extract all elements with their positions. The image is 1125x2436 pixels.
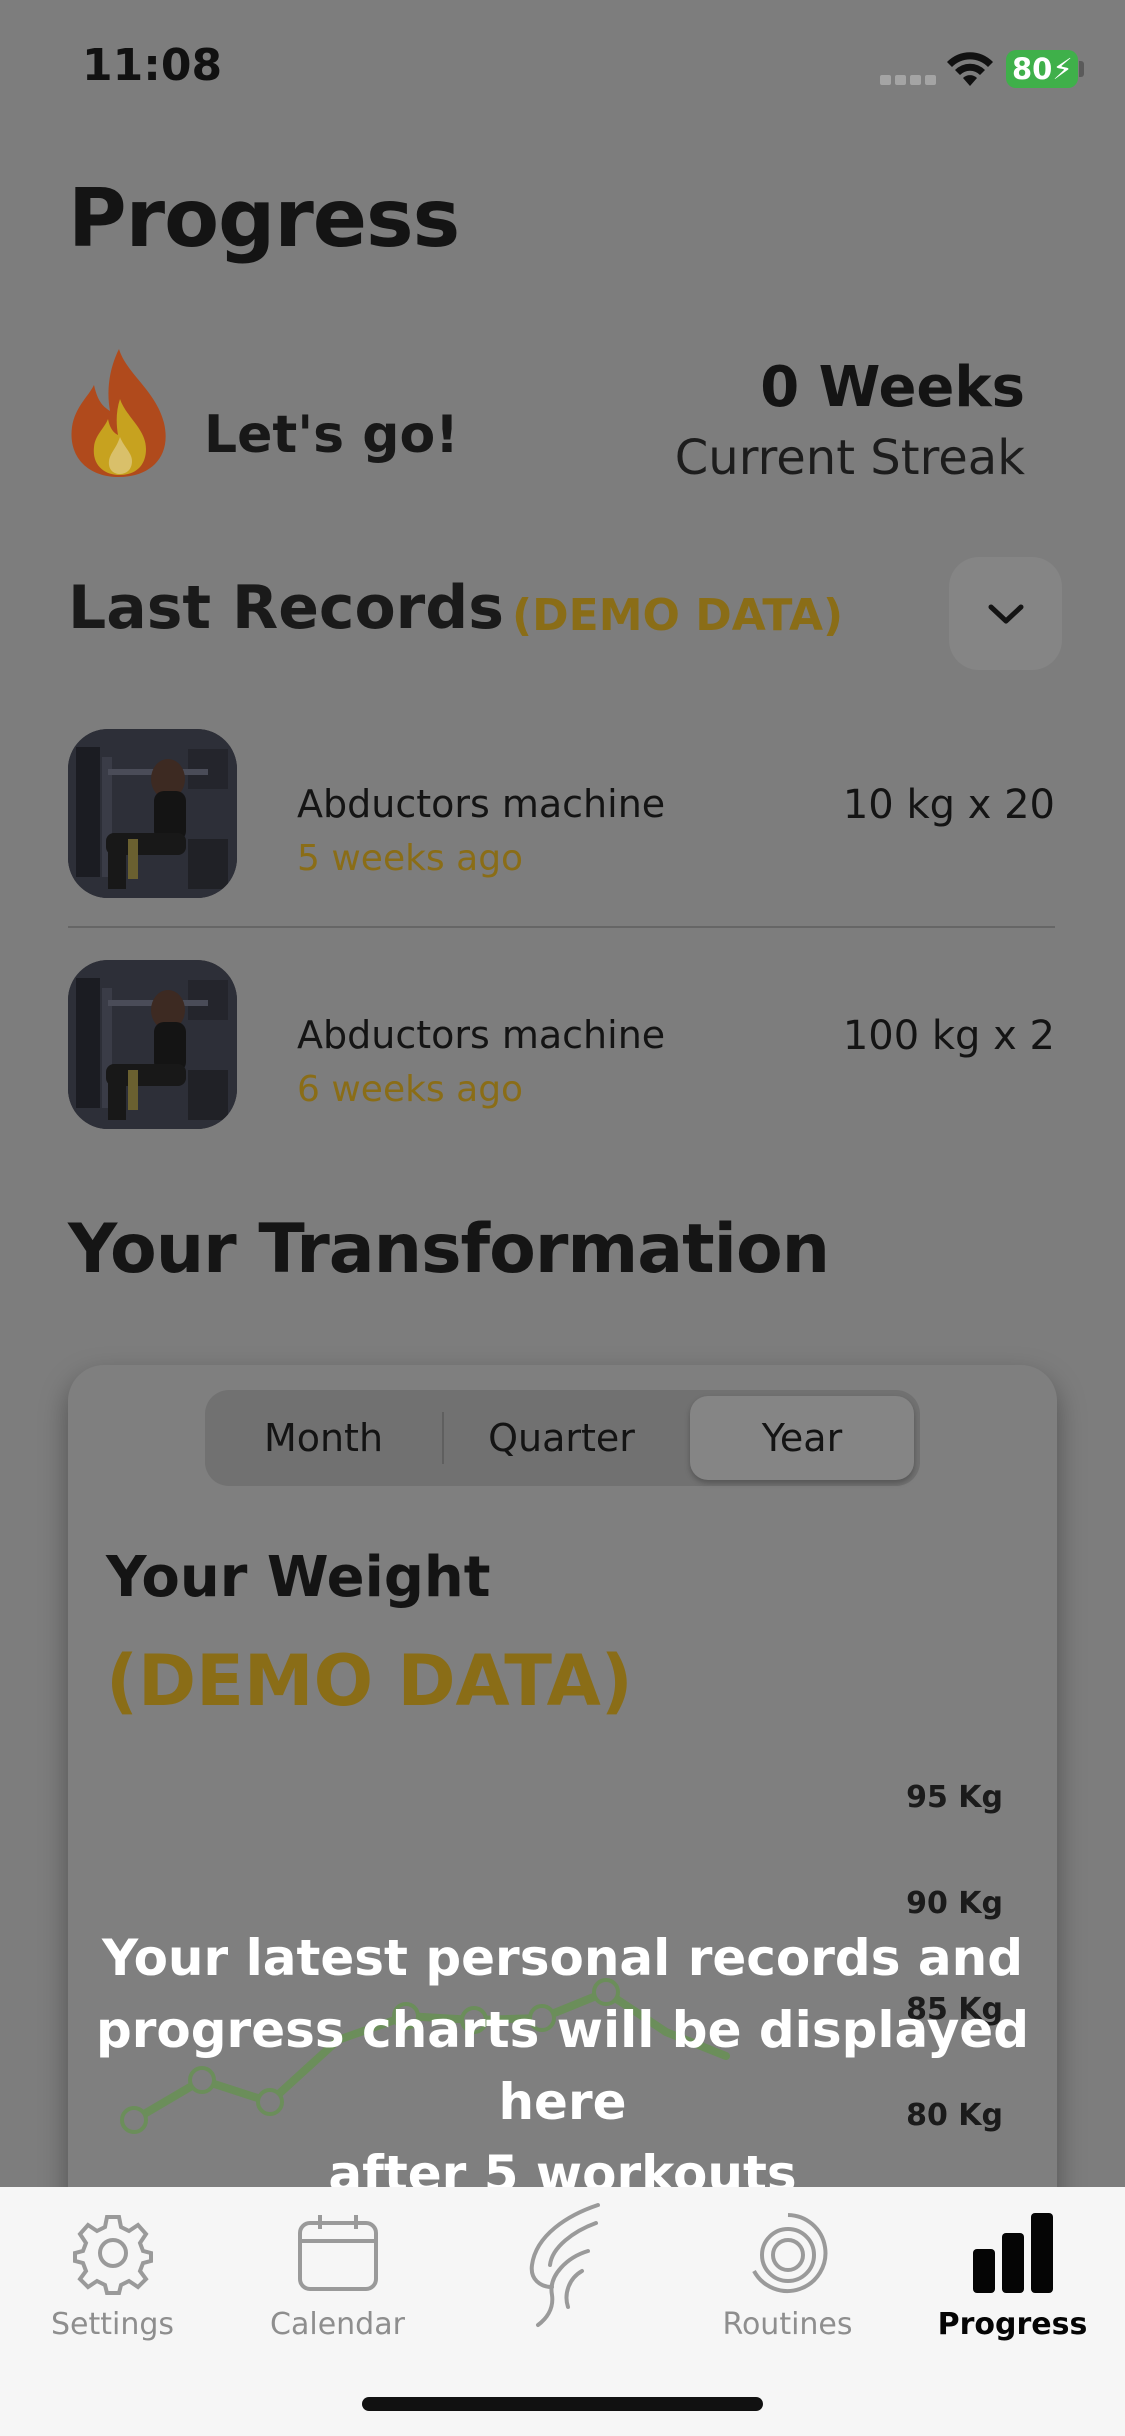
- records-title: Last Records: [68, 573, 504, 643]
- streak-value: 0 Weeks: [760, 355, 1025, 420]
- locked-progress-message: Your latest personal records and progres…: [40, 1922, 1085, 2210]
- streak-motivation: Let's go!: [204, 405, 459, 465]
- page-title: Progress: [68, 172, 460, 265]
- battery-icon: 80⚡: [1006, 50, 1078, 88]
- segment-quarter[interactable]: Quarter: [444, 1396, 679, 1480]
- cellular-signal-icon: [880, 73, 936, 85]
- flame-icon: [71, 349, 166, 477]
- exercise-photo: [68, 960, 237, 1129]
- exercise-photo: [68, 729, 237, 898]
- chevron-down-icon: [988, 604, 1023, 623]
- record-thumbnail[interactable]: [68, 729, 237, 898]
- tab-home[interactable]: [450, 2187, 675, 2367]
- segment-month[interactable]: Month: [205, 1396, 442, 1480]
- tab-label: Routines: [722, 2307, 853, 2342]
- status-bar: 11:08 80⚡: [0, 0, 1125, 140]
- y-axis-label: 95 Kg: [906, 1780, 1003, 1815]
- home-indicator[interactable]: [362, 2397, 763, 2411]
- weight-demo-tag: (DEMO DATA): [106, 1640, 633, 1722]
- records-demo-tag: (DEMO DATA): [512, 590, 844, 641]
- tab-settings[interactable]: Settings: [0, 2187, 225, 2367]
- wifi-icon: [947, 52, 993, 86]
- record-exercise-name: Abductors machine: [297, 782, 666, 826]
- record-date: 5 weeks ago: [297, 838, 524, 879]
- period-segmented-control: Month Quarter Year: [205, 1390, 920, 1486]
- tab-routines[interactable]: Routines: [675, 2187, 900, 2367]
- tab-label: Calendar: [270, 2307, 405, 2342]
- battery-level: 80: [1012, 52, 1053, 86]
- weight-chart-title: Your Weight: [106, 1545, 491, 1610]
- battery-tip: [1079, 61, 1084, 77]
- record-weight: 10 kg x 20: [842, 782, 1055, 828]
- record-divider: [68, 926, 1055, 928]
- status-time: 11:08: [82, 40, 223, 91]
- tab-label: Settings: [50, 2307, 175, 2342]
- message-line: Your latest personal records and: [101, 1929, 1024, 1987]
- message-line: progress charts will be displayed here: [95, 2001, 1030, 2131]
- transformation-title: Your Transformation: [68, 1210, 830, 1289]
- record-thumbnail[interactable]: [68, 960, 237, 1129]
- records-expand-button[interactable]: [949, 557, 1062, 670]
- record-exercise-name: Abductors machine: [297, 1013, 666, 1057]
- brand-logo-icon: [529, 2203, 600, 2327]
- streak-label: Current Streak: [674, 430, 1025, 486]
- tab-progress[interactable]: Progress: [900, 2187, 1125, 2367]
- tab-calendar[interactable]: Calendar: [225, 2187, 450, 2367]
- record-date: 6 weeks ago: [297, 1069, 524, 1110]
- calendar-icon: [297, 2215, 378, 2291]
- record-weight: 100 kg x 2: [842, 1013, 1055, 1059]
- segment-year[interactable]: Year: [690, 1396, 914, 1480]
- routines-icon: [751, 2213, 827, 2293]
- charging-bolt-icon: ⚡: [1052, 52, 1073, 86]
- y-axis-label: 90 Kg: [906, 1886, 1003, 1921]
- bar-chart-icon: [972, 2213, 1053, 2293]
- gear-icon: [72, 2215, 153, 2295]
- tab-label: Progress: [937, 2307, 1088, 2342]
